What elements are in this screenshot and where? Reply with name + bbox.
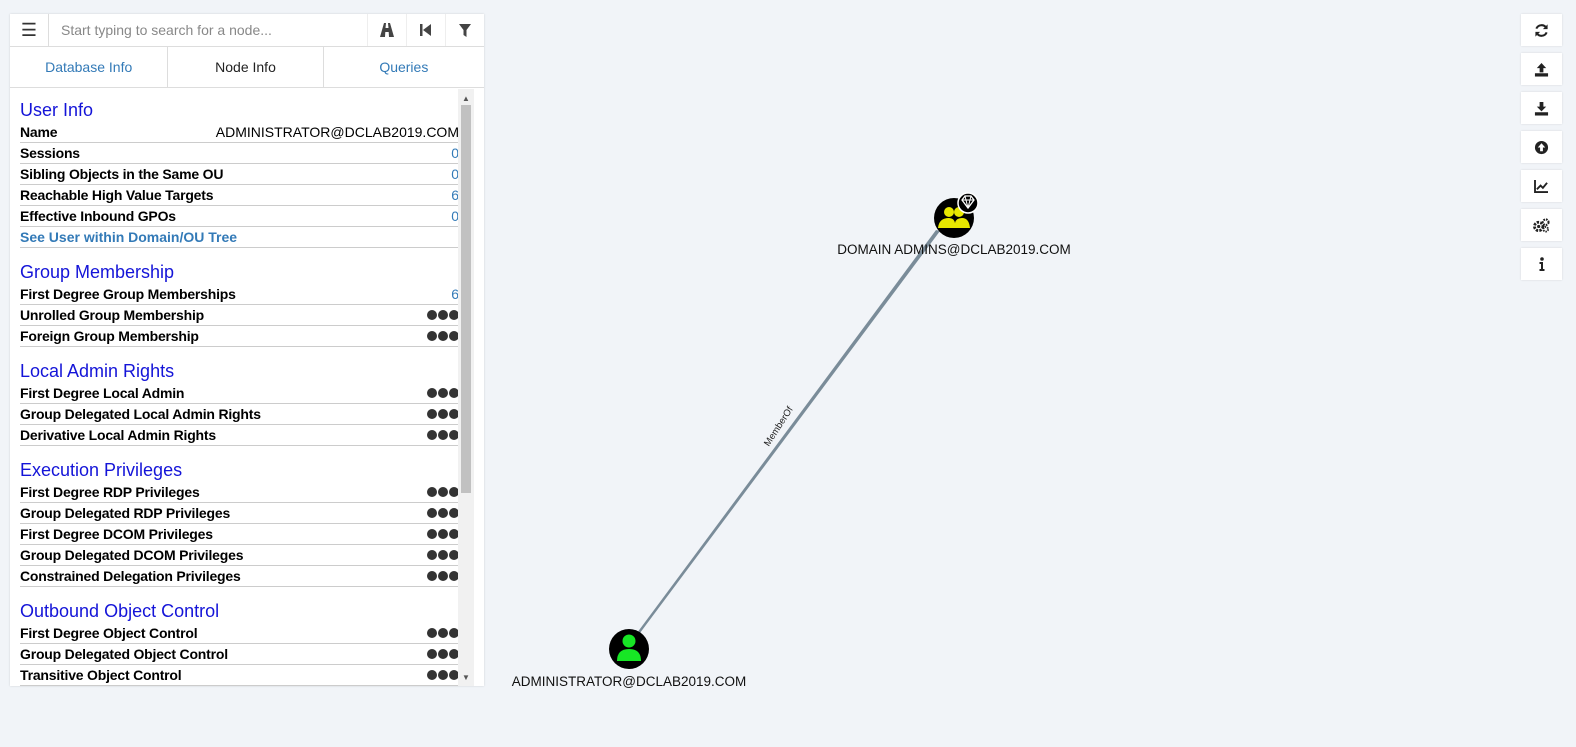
tab-queries[interactable]: Queries: [324, 47, 484, 87]
node-info-content: User Info Name ADMINISTRATOR@DCLAB2019.C…: [20, 98, 459, 686]
upload-icon[interactable]: [1521, 53, 1562, 85]
row-label: Derivative Local Admin Rights: [20, 427, 216, 443]
download-icon[interactable]: [1521, 92, 1562, 124]
loading-dots-icon: [427, 508, 459, 518]
info-row-first-degree-dcom[interactable]: First Degree DCOM Privileges: [20, 524, 459, 545]
row-label: Effective Inbound GPOs: [20, 208, 176, 224]
row-label: Constrained Delegation Privileges: [20, 568, 241, 584]
row-value: ADMINISTRATOR@DCLAB2019.COM: [215, 124, 459, 140]
row-label: Sessions: [20, 145, 80, 161]
section-title-user-info: User Info: [20, 100, 94, 120]
info-row-constrained-delegation[interactable]: Constrained Delegation Privileges: [20, 566, 459, 587]
info-row-first-degree-object-control[interactable]: First Degree Object Control: [20, 623, 459, 644]
loading-dots-icon: [427, 487, 459, 497]
info-row-group-delegated-local-admin[interactable]: Group Delegated Local Admin Rights: [20, 404, 459, 425]
search-input[interactable]: [49, 16, 367, 44]
ou-tree-link[interactable]: See User within Domain/OU Tree: [20, 227, 459, 248]
search-bar: ☰: [10, 14, 484, 47]
refresh-icon[interactable]: [1521, 14, 1562, 46]
loading-dots-icon: [427, 388, 459, 398]
back-icon[interactable]: [406, 14, 445, 46]
section-title-execution: Execution Privileges: [20, 460, 183, 480]
node-label-domain-admins: DOMAIN ADMINS@DCLAB2019.COM: [837, 242, 1071, 257]
row-label: Reachable High Value Targets: [20, 187, 214, 203]
row-label: Unrolled Group Membership: [20, 307, 205, 323]
node-label-administrator: ADMINISTRATOR@DCLAB2019.COM: [512, 674, 747, 689]
row-label: Name: [20, 124, 58, 140]
loading-dots-icon: [427, 571, 459, 581]
row-label: First Degree Object Control: [20, 625, 198, 641]
row-label: Group Delegated Local Admin Rights: [20, 406, 261, 422]
hamburger-icon[interactable]: ☰: [10, 14, 49, 46]
loading-dots-icon: [427, 529, 459, 539]
info-row-group-delegated-dcom[interactable]: Group Delegated DCOM Privileges: [20, 545, 459, 566]
row-label: First Degree Local Admin: [20, 385, 185, 401]
tab-database-info[interactable]: Database Info: [10, 47, 169, 87]
info-row-first-degree-local-admin[interactable]: First Degree Local Admin: [20, 383, 459, 404]
info-row-first-degree-groups[interactable]: First Degree Group Memberships 6: [20, 284, 459, 305]
loading-dots-icon: [427, 670, 459, 680]
info-row-group-delegated-rdp[interactable]: Group Delegated RDP Privileges: [20, 503, 459, 524]
row-label: Transitive Object Control: [20, 667, 182, 683]
row-label: First Degree Group Memberships: [20, 286, 236, 302]
loading-dots-icon: [427, 430, 459, 440]
info-row-derivative-local-admin[interactable]: Derivative Local Admin Rights: [20, 425, 459, 446]
graph-toolbar: [1521, 14, 1562, 287]
section-title-group-membership: Group Membership: [20, 262, 175, 282]
high-value-gem-icon: [957, 192, 979, 214]
info-row-first-degree-rdp[interactable]: First Degree RDP Privileges: [20, 482, 459, 503]
settings-icon[interactable]: [1521, 209, 1562, 241]
info-row-inbound-gpos[interactable]: Effective Inbound GPOs 0: [20, 206, 459, 227]
panel-scrollbar[interactable]: ▲ ▼: [458, 89, 474, 686]
section-title-local-admin: Local Admin Rights: [20, 361, 175, 381]
info-row-name: Name ADMINISTRATOR@DCLAB2019.COM: [20, 122, 459, 143]
row-label: Foreign Group Membership: [20, 328, 199, 344]
info-icon[interactable]: [1521, 248, 1562, 280]
info-row-foreign-groups[interactable]: Foreign Group Membership: [20, 326, 459, 347]
node-administrator[interactable]: [609, 629, 649, 669]
loading-dots-icon: [427, 550, 459, 560]
chart-icon[interactable]: [1521, 170, 1562, 202]
info-row-unrolled-groups[interactable]: Unrolled Group Membership: [20, 305, 459, 326]
row-label: Group Delegated RDP Privileges: [20, 505, 231, 521]
upload-circle-icon[interactable]: [1521, 131, 1562, 163]
info-row-transitive-object-control[interactable]: Transitive Object Control: [20, 665, 459, 686]
tab-node-info[interactable]: Node Info: [168, 47, 324, 87]
scroll-up-icon[interactable]: ▲: [458, 91, 474, 105]
filter-icon[interactable]: [445, 14, 484, 46]
loading-dots-icon: [427, 628, 459, 638]
row-label: Sibling Objects in the Same OU: [20, 166, 224, 182]
loading-dots-icon: [427, 649, 459, 659]
row-label: First Degree RDP Privileges: [20, 484, 200, 500]
scrollbar-thumb[interactable]: [461, 105, 471, 493]
tab-bar: Database Info Node Info Queries: [10, 47, 484, 88]
info-row-sibling-objects[interactable]: Sibling Objects in the Same OU 0: [20, 164, 459, 185]
edge-memberof[interactable]: [631, 230, 940, 641]
section-title-outbound-control: Outbound Object Control: [20, 601, 220, 621]
info-row-group-delegated-object-control[interactable]: Group Delegated Object Control: [20, 644, 459, 665]
node-domain-admins[interactable]: [934, 192, 979, 238]
row-label: First Degree DCOM Privileges: [20, 526, 213, 542]
pathfinding-icon[interactable]: [367, 14, 406, 46]
row-label: Group Delegated Object Control: [20, 646, 228, 662]
info-row-high-value-targets[interactable]: Reachable High Value Targets 6: [20, 185, 459, 206]
row-label: Group Delegated DCOM Privileges: [20, 547, 244, 563]
loading-dots-icon: [427, 331, 459, 341]
loading-dots-icon: [427, 409, 459, 419]
node-info-panel: ☰ Database Info Node Info Queries User I…: [10, 14, 484, 686]
scroll-down-icon[interactable]: ▼: [458, 670, 474, 684]
info-row-sessions[interactable]: Sessions 0: [20, 143, 459, 164]
loading-dots-icon: [427, 310, 459, 320]
